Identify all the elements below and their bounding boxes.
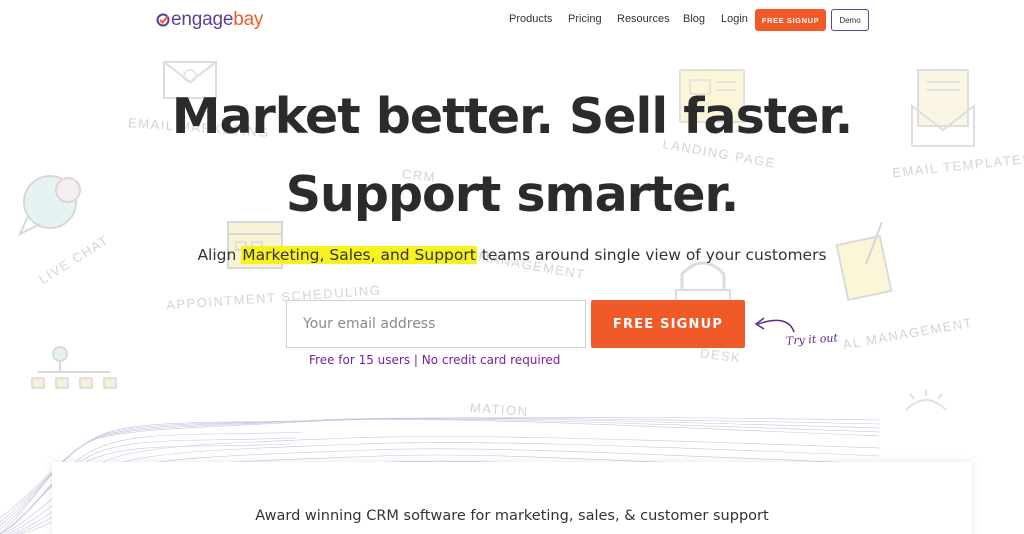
try-it-out-note: Try it out [785,331,839,348]
logo-text-bay: bay [233,9,264,30]
award-card: Award winning CRM software for marketing… [52,462,972,534]
nav-blog[interactable]: Blog [683,13,705,25]
nav-products[interactable]: Products [509,13,552,25]
logo-mark-icon [156,13,170,27]
curved-arrow-icon [754,317,795,333]
hero-free-signup-button[interactable]: FREE SIGNUP [591,300,745,348]
doodle-management-right: AL MANAGEMENT [841,314,975,353]
engagebay-logo[interactable]: engage bay [156,9,263,31]
nav-demo-button[interactable]: Demo [831,9,869,31]
top-navbar: engage bay Products Pricing Resources Blo… [0,0,1024,40]
hero-headline-line1: Market better. Sell faster. [171,88,853,145]
calendar-doodle [227,221,283,269]
email-input[interactable] [286,300,586,348]
doodle-desk: DESK [699,345,743,366]
nav-login[interactable]: Login [721,13,748,25]
nav-free-signup-button[interactable]: FREE SIGNUP [755,9,826,31]
hero-headline-line2: Support smarter. [285,166,740,223]
free-users-note: Free for 15 users | No credit card requi… [309,353,561,367]
subline-before: Align [197,246,242,264]
hero-subline: Align Marketing, Sales, and Support team… [0,246,1024,264]
subline-highlight: Marketing, Sales, and Support [241,246,477,264]
org-chart-doodle [31,346,117,389]
logo-text-engage: engage [171,9,234,30]
subline-after: teams around single view of your custome… [476,246,827,264]
award-text: Award winning CRM software for marketing… [255,508,769,524]
nav-pricing[interactable]: Pricing [568,13,602,25]
nav-resources[interactable]: Resources [617,13,670,25]
